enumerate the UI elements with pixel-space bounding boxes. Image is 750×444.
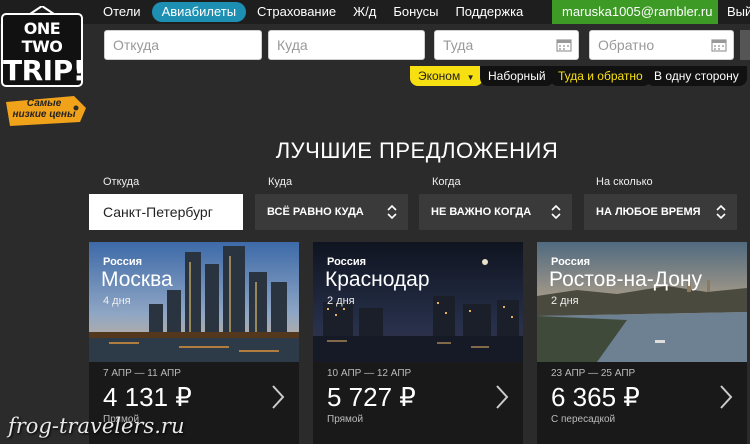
origin-input[interactable]: Откуда [104,30,262,60]
oneway-toggle[interactable]: В одну сторону [646,66,747,86]
nav-item-flights[interactable]: Авиабилеты [151,2,247,22]
calendar-icon[interactable] [711,38,727,52]
updown-arrows-icon [716,204,726,220]
calendar-icon[interactable] [556,38,572,52]
card-dates: 23 АПР — 25 АПР [551,368,636,379]
offer-destination-value: ВСЁ РАВНО КУДА [267,206,364,218]
card-days: 4 дня [103,295,131,307]
destination-input[interactable]: Куда [268,30,425,60]
chevron-right-icon[interactable] [495,384,509,410]
card-dates: 7 АПР — 11 АПР [103,368,181,379]
roundtrip-toggle[interactable]: Туда и обратно [550,66,651,86]
offer-to-label: Куда [268,176,293,188]
offer-from-label: Откуда [103,176,140,188]
offer-card-rostov[interactable]: Россия Ростов-на-Дону 2 дня 23 АПР — 25 … [537,242,747,444]
depart-date-placeholder: Туда [443,37,474,53]
offer-duration-value: НА ЛЮБОЕ ВРЕМЯ [596,206,701,218]
offer-duration-label: На сколько [596,176,653,188]
offer-when-value: НЕ ВАЖНО КОГДА [431,206,532,218]
offer-destination-select[interactable]: ВСЁ РАВНО КУДА [255,194,408,230]
return-date-input[interactable]: Обратно [589,30,734,60]
class-selector-label: Эконом [418,69,461,83]
promo-tag: Самые низкие цены [2,94,88,128]
offer-card-krasnodar[interactable]: Россия Краснодар 2 дня 10 АПР — 12 АПР 5… [313,242,523,444]
depart-date-input[interactable]: Туда [434,30,579,60]
logout-link[interactable]: Выйти [727,0,750,24]
search-button-edge[interactable] [740,30,750,60]
chevron-down-icon: ▼ [466,73,475,82]
card-flight-type: Прямой [327,414,364,425]
nav-item-bonuses[interactable]: Бонусы [393,2,438,22]
offer-when-select[interactable]: НЕ ВАЖНО КОГДА [419,194,572,230]
card-country: Россия [327,256,367,268]
card-city: Краснодар [325,268,430,291]
card-city: Ростов-на-Дону [549,268,702,291]
card-country: Россия [551,256,591,268]
updown-arrows-icon [551,204,561,220]
offer-when-label: Когда [432,176,461,188]
class-selector[interactable]: Эконом ▼ [410,66,483,86]
nav-item-rail[interactable]: Ж/д [353,2,376,22]
site-watermark: frog-travelers.ru [8,414,185,438]
user-account-button[interactable]: maruska1005@rambler.ru [552,0,718,24]
top-nav-bar: Отели Авиабилеты Страхование Ж/д Бонусы … [0,0,750,24]
brand-logo[interactable]: ONE TWO TRIP! [0,4,86,88]
multi-city-toggle[interactable]: Наборный [480,66,554,86]
main-nav: Отели Авиабилеты Страхование Ж/д Бонусы … [103,0,540,24]
chevron-right-icon[interactable] [719,384,733,410]
promo-tag-text: Самые низкие цены [12,98,76,120]
offer-origin-field[interactable]: Санкт-Петербург [89,194,243,230]
logo-line-two: TRIP! [3,54,85,87]
return-date-placeholder: Обратно [598,37,655,53]
card-dates: 10 АПР — 12 АПР [327,368,412,379]
nav-item-insurance[interactable]: Страхование [257,2,336,22]
updown-arrows-icon [387,204,397,220]
offer-duration-select[interactable]: НА ЛЮБОЕ ВРЕМЯ [584,194,737,230]
chevron-right-icon[interactable] [271,384,285,410]
card-price: 6 365 ₽ [551,382,640,412]
card-country: Россия [103,256,143,268]
logo-line-one: ONE TWO [21,19,63,56]
card-days: 2 дня [551,295,579,307]
logo-text: ONE TWO TRIP! [3,19,85,87]
card-price: 4 131 ₽ [103,382,192,412]
nav-item-support[interactable]: Поддержка [455,2,523,22]
offers-heading: ЛУЧШИЕ ПРЕДЛОЖЕНИЯ [275,138,559,163]
card-price: 5 727 ₽ [327,382,416,412]
nav-item-hotels[interactable]: Отели [103,2,141,22]
card-city: Москва [101,268,173,291]
card-days: 2 дня [327,295,355,307]
card-flight-type: С пересадкой [551,414,616,425]
